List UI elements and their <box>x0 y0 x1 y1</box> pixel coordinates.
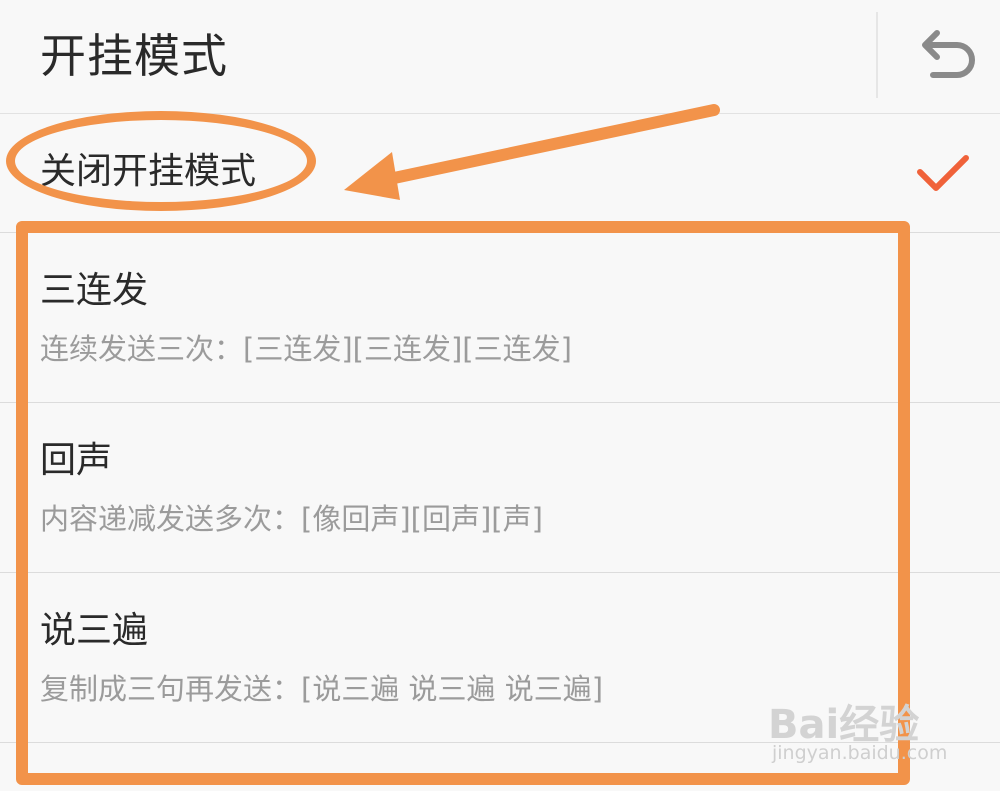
list-item-partial[interactable] <box>0 743 1000 791</box>
option-title: 三连发 <box>40 270 149 311</box>
app-header: 开挂模式 <box>0 0 1000 114</box>
checkmark-icon <box>917 155 969 191</box>
option-echo[interactable]: 回声 内容递减发送多次：[像回声][回声][声] <box>0 403 1000 573</box>
back-button[interactable] <box>906 20 986 90</box>
option-title: 说三遍 <box>40 610 149 651</box>
option-description: 复制成三句再发送：[说三遍 说三遍 说三遍] <box>40 672 604 706</box>
option-title: 回声 <box>40 440 113 481</box>
header-divider <box>876 12 878 98</box>
option-say-three-times[interactable]: 说三遍 复制成三句再发送：[说三遍 说三遍 说三遍] <box>0 573 1000 743</box>
option-title: 关闭开挂模式 <box>40 151 257 192</box>
option-description: 连续发送三次：[三连发][三连发][三连发] <box>40 332 572 366</box>
option-description: 内容递减发送多次：[像回声][回声][声] <box>40 502 543 536</box>
page-title: 开挂模式 <box>40 29 228 83</box>
back-arrow-icon <box>922 30 975 78</box>
option-disable-mode[interactable]: 关闭开挂模式 <box>0 114 1000 233</box>
option-triple-send[interactable]: 三连发 连续发送三次：[三连发][三连发][三连发] <box>0 233 1000 403</box>
